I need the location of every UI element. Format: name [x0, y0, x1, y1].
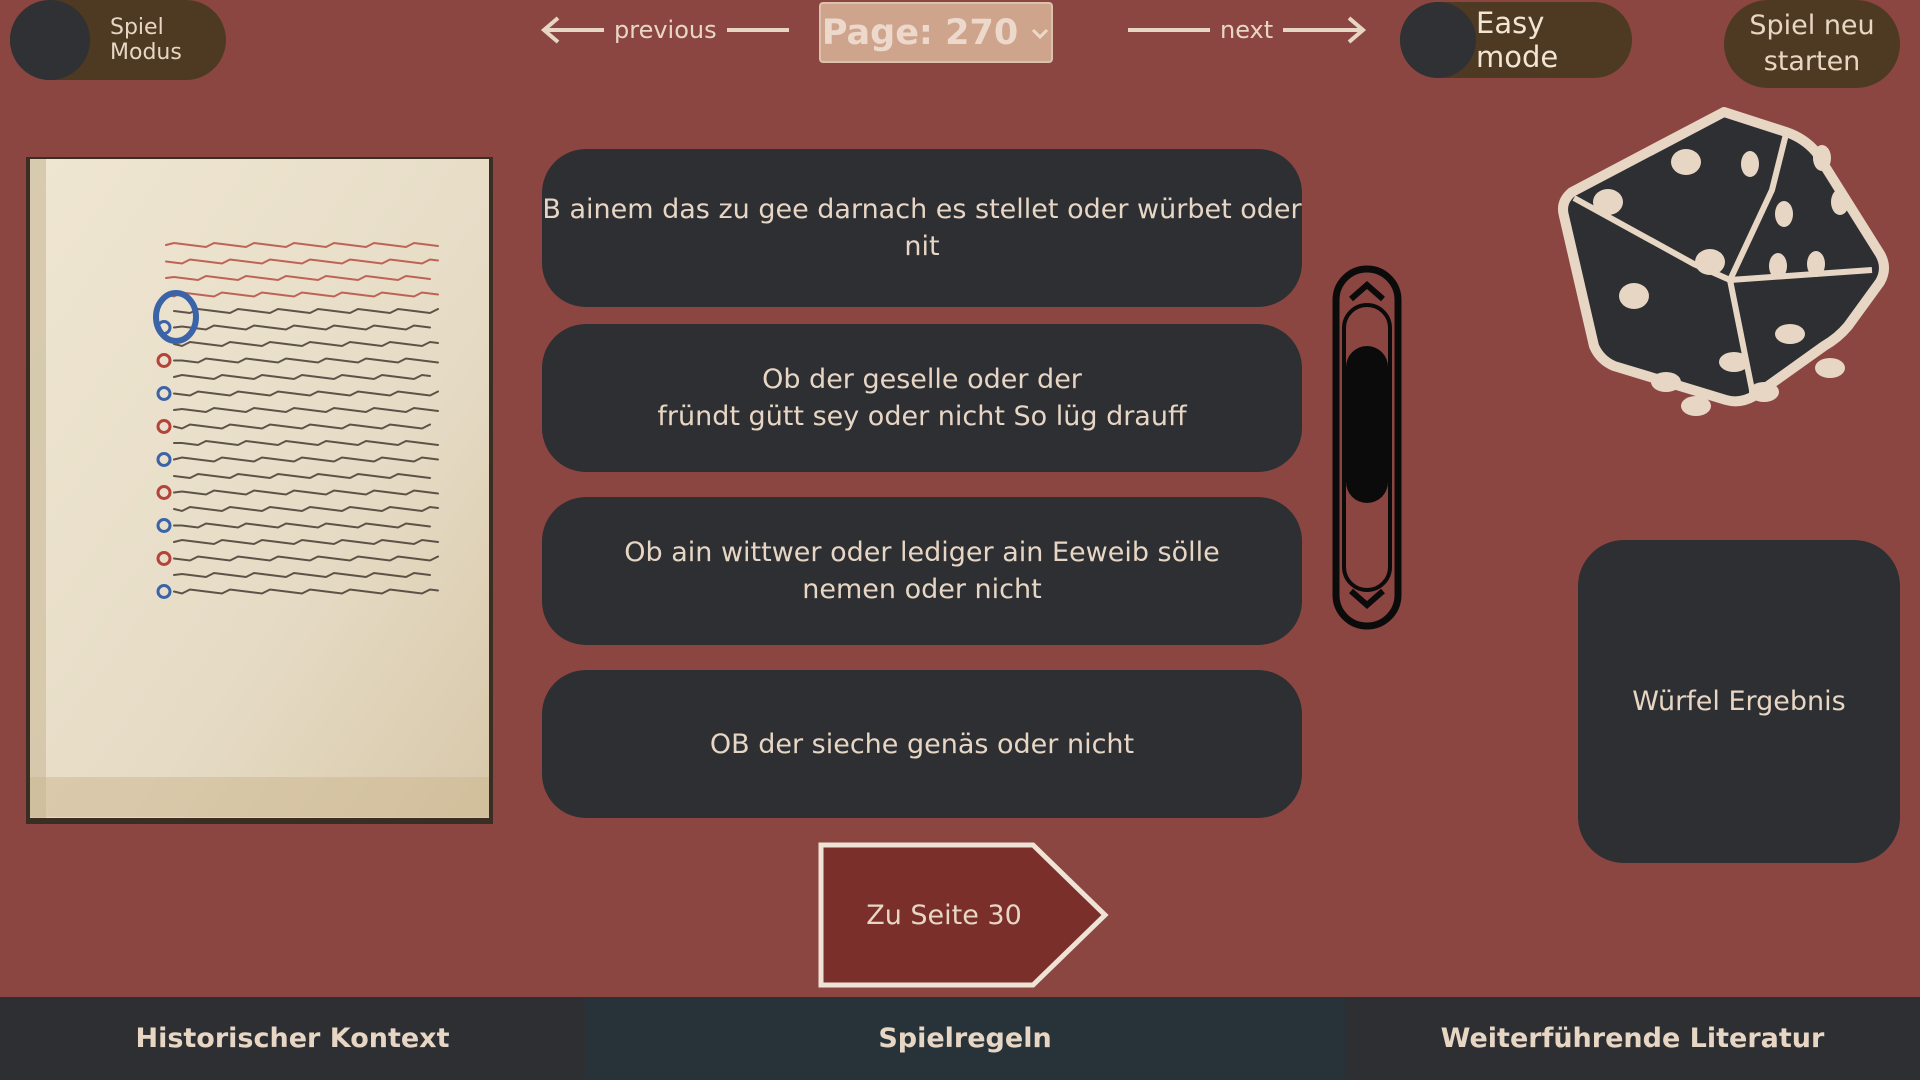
dice-result-panel: Würfel Ergebnis: [1578, 540, 1900, 863]
dice-result-label: Würfel Ergebnis: [1632, 686, 1846, 717]
scrollbar[interactable]: [1332, 265, 1402, 630]
chevron-down-icon: [1032, 28, 1049, 39]
question-card[interactable]: B ainem das zu gee darnach es stellet od…: [542, 149, 1302, 307]
question-card[interactable]: Ob der geselle oder der fründt gütt sey …: [542, 324, 1302, 472]
restart-game-button[interactable]: Spiel neu starten: [1724, 0, 1900, 88]
tab-label: Historischer Kontext: [135, 1023, 450, 1054]
next-button[interactable]: next: [1126, 12, 1367, 48]
question-card[interactable]: Ob ain wittwer oder lediger ain Eeweib s…: [542, 497, 1302, 645]
scroll-thumb: [1346, 346, 1388, 503]
restart-label-line2: starten: [1763, 46, 1861, 77]
question-text: B ainem das zu gee darnach es stellet od…: [542, 194, 1302, 262]
manuscript-image: [26, 157, 493, 824]
tab-rules[interactable]: Spielregeln: [585, 997, 1345, 1080]
tab-further-reading[interactable]: Weiterführende Literatur: [1345, 997, 1920, 1080]
question-text: OB der sieche genäs oder nicht: [709, 728, 1135, 760]
line-decoration: [1128, 28, 1210, 32]
dice-icon[interactable]: [1554, 104, 1894, 454]
scroll-down-icon: [1349, 588, 1385, 609]
tab-label: Weiterführende Literatur: [1440, 1023, 1825, 1054]
previous-label: previous: [614, 16, 717, 44]
spiel-modus-label: Spiel Modus: [110, 15, 182, 65]
toggle-knob: [1400, 2, 1476, 78]
arrow-right-icon: [1283, 16, 1367, 44]
scroll-up-icon: [1349, 281, 1385, 302]
arrow-left-icon: [540, 16, 604, 44]
easy-mode-toggle[interactable]: Easy mode: [1400, 2, 1632, 78]
easy-mode-label: Easy mode: [1476, 6, 1559, 74]
bottom-navigation: Historischer Kontext Spielregeln Weiterf…: [0, 997, 1920, 1080]
question-text: Ob ain wittwer oder lediger ain Eeweib s…: [624, 537, 1220, 605]
toggle-knob: [10, 0, 90, 80]
question-card[interactable]: OB der sieche genäs oder nicht: [542, 670, 1302, 818]
line-decoration: [726, 28, 789, 32]
tab-label: Spielregeln: [878, 1023, 1052, 1054]
restart-label-line1: Spiel neu: [1749, 10, 1875, 41]
goto-page-label[interactable]: Zu Seite 30: [818, 842, 1070, 988]
question-text: Ob der geselle oder der fründt gütt sey …: [657, 364, 1187, 432]
spiel-modus-toggle[interactable]: Spiel Modus: [10, 0, 226, 80]
page-select-value: Page: 270: [821, 12, 1019, 53]
next-label: next: [1220, 16, 1274, 44]
previous-button[interactable]: previous: [540, 12, 789, 48]
page-select[interactable]: Page: 270: [819, 2, 1053, 63]
tab-historical-context[interactable]: Historischer Kontext: [0, 997, 585, 1080]
